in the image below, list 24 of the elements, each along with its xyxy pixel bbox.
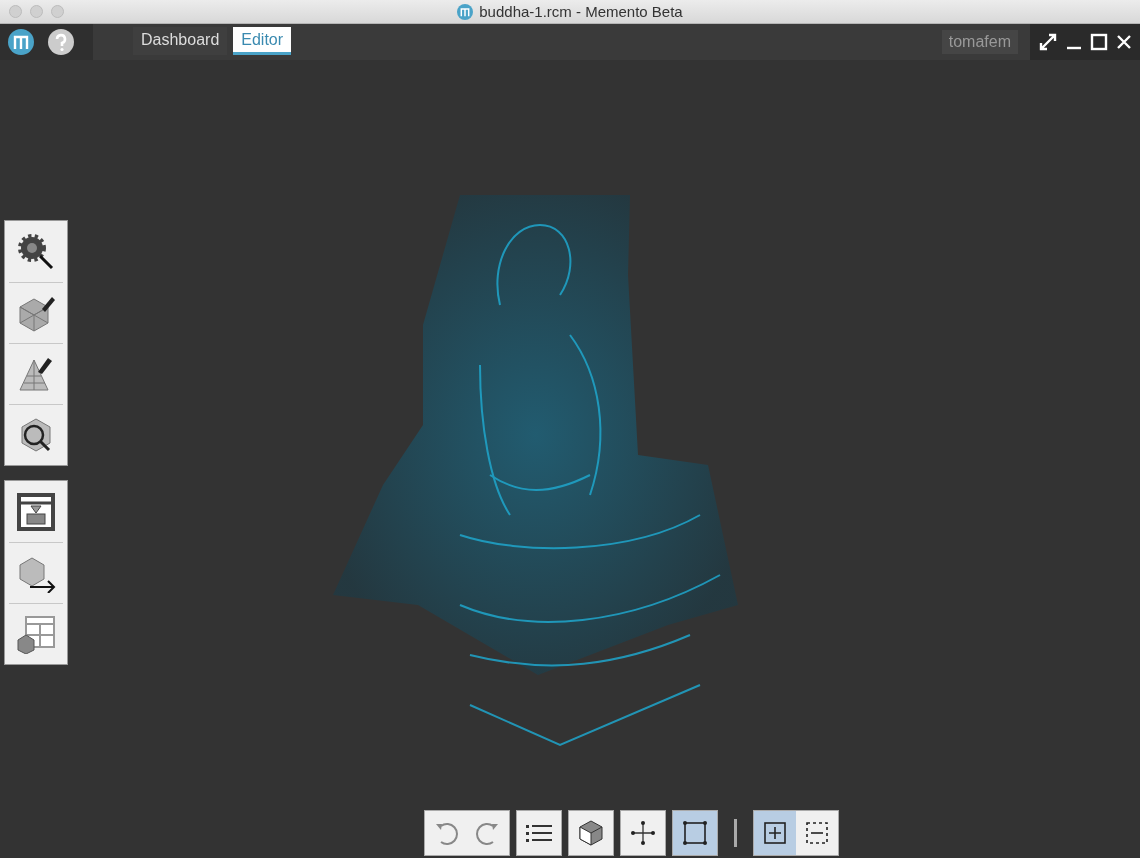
frame-button[interactable] xyxy=(673,811,717,855)
help-icon[interactable] xyxy=(48,29,74,55)
close-icon[interactable] xyxy=(1116,34,1132,50)
expand-icon[interactable] xyxy=(1038,32,1058,52)
remove-selection-icon xyxy=(803,819,831,847)
maximize-icon[interactable] xyxy=(1090,33,1108,51)
app-logo-icon xyxy=(8,29,34,55)
tab[interactable]: Dashboard xyxy=(133,27,228,55)
printer-window-icon xyxy=(16,491,56,532)
user-name[interactable]: tomafem xyxy=(941,30,1018,54)
add-selection-button[interactable] xyxy=(754,811,796,855)
grid-cube-icon xyxy=(16,614,56,654)
app-logo-icon xyxy=(457,3,474,20)
add-selection-icon xyxy=(761,819,789,847)
toolbar-separator xyxy=(734,819,737,847)
redo-icon xyxy=(475,820,501,846)
move-arrows-icon xyxy=(629,819,657,847)
list-icon xyxy=(526,823,552,843)
window-title: buddha-1.rcm - Memento Beta xyxy=(479,3,683,20)
cube-icon xyxy=(577,819,605,847)
undo-icon xyxy=(433,820,459,846)
frame-icon xyxy=(681,819,709,847)
tab[interactable]: Editor xyxy=(233,27,292,55)
gear-wrench-icon xyxy=(16,231,56,272)
